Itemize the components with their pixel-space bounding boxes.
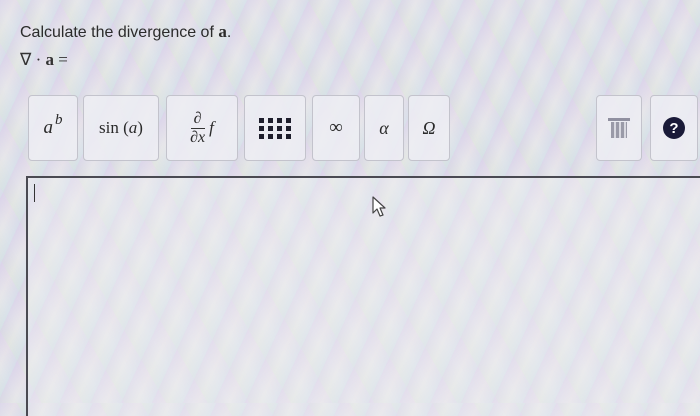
derivative-function: f bbox=[209, 118, 214, 137]
help-symbol: ? bbox=[669, 119, 679, 137]
equation-label: ∇ · a = bbox=[20, 50, 68, 70]
nabla-dot-operator: ∇ · bbox=[20, 50, 46, 69]
matrix-icon bbox=[258, 117, 292, 139]
equals-sign: = bbox=[54, 50, 68, 69]
equation-vector: a bbox=[45, 50, 55, 69]
derivative-fraction: ∂ ∂x bbox=[190, 110, 205, 147]
derivative-button[interactable]: ∂ ∂x f bbox=[166, 95, 238, 161]
question-suffix: . bbox=[226, 24, 232, 41]
omega-symbol: Ω bbox=[422, 117, 436, 138]
help-icon: ? bbox=[663, 117, 685, 139]
help-button[interactable]: ? bbox=[650, 95, 698, 161]
power-base: a bbox=[43, 117, 54, 138]
infinity-button[interactable]: ∞ bbox=[312, 95, 360, 161]
question-vector: a bbox=[218, 22, 227, 41]
power-exponent: b bbox=[55, 111, 63, 128]
function-arg: a bbox=[128, 118, 138, 137]
alpha-symbol: α bbox=[379, 117, 389, 138]
function-button[interactable]: sin (a) bbox=[83, 95, 159, 161]
math-toolbar: ab sin (a) ∂ ∂x f ∞ α Ω ? bbox=[0, 86, 700, 178]
answer-input[interactable] bbox=[26, 176, 700, 416]
matrix-button[interactable] bbox=[244, 95, 306, 161]
power-button[interactable]: ab bbox=[28, 95, 78, 161]
trash-icon bbox=[608, 118, 630, 138]
greek-lowercase-button[interactable]: α bbox=[364, 95, 404, 161]
derivative-numerator: ∂ bbox=[190, 110, 205, 129]
text-caret bbox=[34, 184, 35, 202]
question-text: Calculate the divergence of a. bbox=[20, 22, 231, 42]
function-name: sin bbox=[99, 118, 119, 137]
question-prefix: Calculate the divergence of bbox=[20, 24, 219, 41]
greek-uppercase-button[interactable]: Ω bbox=[408, 95, 450, 161]
infinity-symbol: ∞ bbox=[329, 117, 343, 138]
pointer-cursor-icon bbox=[372, 196, 386, 217]
derivative-denominator: ∂x bbox=[190, 128, 206, 146]
clear-button[interactable] bbox=[596, 95, 642, 161]
